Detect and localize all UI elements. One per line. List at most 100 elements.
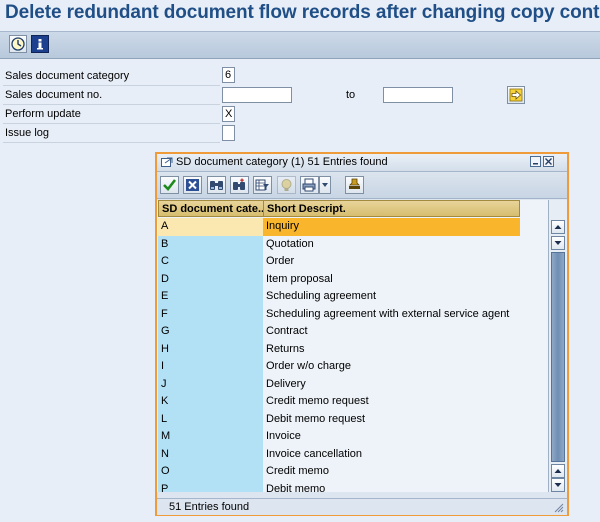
filter-grid-icon (255, 179, 269, 191)
description-cell[interactable]: Scheduling agreement with external servi… (263, 305, 520, 323)
table-row[interactable]: M Invoice (157, 428, 520, 446)
category-cell[interactable]: E (158, 288, 263, 306)
sales-doc-category-input[interactable]: 6 (222, 67, 235, 83)
popup-title-bar[interactable]: SD document category (1) 51 Entries foun… (157, 154, 567, 172)
table-row[interactable]: O Credit memo (157, 463, 520, 481)
issue-log-row: Issue log (3, 124, 220, 143)
sales-doc-number-to-input[interactable] (383, 87, 453, 103)
category-cell[interactable]: K (158, 393, 263, 411)
table-row[interactable]: D Item proposal (157, 270, 520, 288)
category-cell[interactable]: I (158, 358, 263, 376)
category-cell[interactable]: P (158, 480, 263, 492)
popup-title: SD document category (1) 51 Entries foun… (176, 156, 388, 168)
perform-update-label: Perform update (5, 108, 81, 120)
table-row[interactable]: C Order (157, 253, 520, 271)
category-cell[interactable]: L (158, 410, 263, 428)
multiple-selection-button[interactable] (507, 86, 525, 104)
scroll-page-up-button[interactable] (551, 236, 565, 250)
category-cell[interactable]: O (158, 463, 263, 481)
category-cell[interactable]: H (158, 340, 263, 358)
scroll-down-button[interactable] (551, 478, 565, 492)
binoculars-plus-icon (233, 178, 245, 190)
category-cell[interactable]: A (158, 218, 263, 236)
entries-count: 51 Entries found (169, 501, 250, 513)
description-cell[interactable]: Credit memo (263, 463, 520, 481)
category-cell[interactable]: J (158, 375, 263, 393)
sales-doc-number-label: Sales document no. (5, 89, 103, 101)
description-cell[interactable]: Debit memo (263, 480, 520, 492)
table-row[interactable]: I Order w/o charge (157, 358, 520, 376)
arrow-down-small-icon (554, 241, 562, 245)
information-button[interactable] (31, 35, 49, 53)
filter-button[interactable] (253, 176, 272, 194)
description-cell[interactable]: Quotation (263, 235, 520, 253)
table-row[interactable]: E Scheduling agreement (157, 288, 520, 306)
table-row[interactable]: J Delivery (157, 375, 520, 393)
help-button[interactable] (277, 176, 296, 194)
minimize-icon (533, 163, 538, 165)
arrow-right-icon (509, 88, 523, 102)
close-icon (545, 158, 552, 165)
perform-update-row: Perform update (3, 105, 220, 124)
copy-button[interactable] (160, 176, 179, 194)
description-cell[interactable]: Contract (263, 323, 520, 341)
find-button[interactable] (207, 176, 226, 194)
print-button[interactable] (300, 176, 319, 194)
perform-update-checkbox[interactable]: X (222, 106, 235, 122)
table-row[interactable]: G Contract (157, 323, 520, 341)
table-row[interactable]: K Credit memo request (157, 393, 520, 411)
column-header-category[interactable]: SD document cate... (158, 200, 264, 217)
category-cell[interactable]: D (158, 270, 263, 288)
minimize-button[interactable] (530, 156, 541, 167)
category-cell[interactable]: G (158, 323, 263, 341)
scroll-page-down-button[interactable] (551, 464, 565, 478)
arrow-up-small-icon (554, 469, 562, 473)
category-cell[interactable]: N (158, 445, 263, 463)
table-row[interactable]: A Inquiry (157, 218, 520, 236)
close-button[interactable] (543, 156, 554, 167)
table-row[interactable]: B Quotation (157, 235, 520, 253)
checkmark-icon (163, 179, 177, 191)
find-next-button[interactable] (230, 176, 249, 194)
execute-button[interactable] (9, 35, 27, 53)
description-cell[interactable]: Returns (263, 340, 520, 358)
description-cell[interactable]: Invoice (263, 428, 520, 446)
table-row[interactable]: P Debit memo (157, 480, 520, 492)
scroll-thumb[interactable] (551, 252, 565, 462)
description-cell[interactable]: Invoice cancellation (263, 445, 520, 463)
info-icon (33, 37, 47, 51)
column-header-description[interactable]: Short Descript. (263, 200, 520, 217)
description-cell[interactable]: Inquiry (263, 218, 520, 236)
popup-toolbar (157, 172, 567, 199)
table-row[interactable]: F Scheduling agreement with external serv… (157, 305, 520, 323)
category-cell[interactable]: F (158, 305, 263, 323)
popup-window-icon (161, 157, 173, 167)
description-cell[interactable]: Debit memo request (263, 410, 520, 428)
print-options-button[interactable] (319, 176, 331, 194)
cancel-button[interactable] (183, 176, 202, 194)
sales-doc-number-from-input[interactable] (222, 87, 292, 103)
table-row[interactable]: N Invoice cancellation (157, 445, 520, 463)
description-cell[interactable]: Delivery (263, 375, 520, 393)
vertical-scrollbar[interactable] (548, 200, 567, 492)
category-cell[interactable]: C (158, 253, 263, 271)
resize-grip-icon[interactable] (554, 503, 564, 513)
stamp-icon (349, 178, 360, 189)
application-toolbar (0, 31, 600, 59)
description-cell[interactable]: Order (263, 253, 520, 271)
description-cell[interactable]: Item proposal (263, 270, 520, 288)
personal-values-button[interactable] (345, 176, 364, 194)
scroll-up-button[interactable] (551, 220, 565, 234)
help-lightbulb-icon (281, 179, 292, 191)
title-bar: Delete redundant document flow records a… (0, 0, 600, 31)
category-cell[interactable]: M (158, 428, 263, 446)
table-row[interactable]: H Returns (157, 340, 520, 358)
table-row[interactable]: L Debit memo request (157, 410, 520, 428)
category-cell[interactable]: B (158, 235, 263, 253)
description-cell[interactable]: Scheduling agreement (263, 288, 520, 306)
description-cell[interactable]: Credit memo request (263, 393, 520, 411)
sales-doc-category-label: Sales document category (5, 70, 130, 82)
issue-log-checkbox[interactable] (222, 125, 235, 141)
description-cell[interactable]: Order w/o charge (263, 358, 520, 376)
issue-log-label: Issue log (5, 127, 50, 139)
